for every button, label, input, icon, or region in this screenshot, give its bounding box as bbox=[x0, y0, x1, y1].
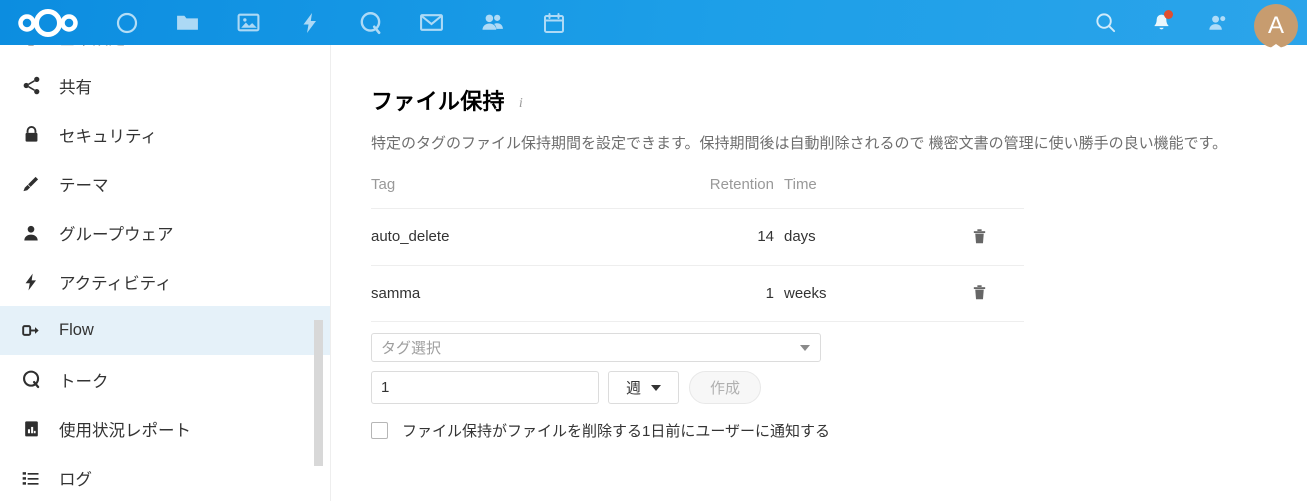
create-rule-form: タグ選択 週 作成 ファイル保持がファイルを削除する1日前にユーザーに通知する bbox=[371, 333, 1307, 441]
column-header-tag: Tag bbox=[371, 176, 584, 209]
app-icon-contacts[interactable] bbox=[462, 0, 523, 45]
sidebar-item-activity[interactable]: アクティビティ bbox=[0, 257, 330, 306]
tag-select[interactable]: タグ選択 bbox=[371, 333, 821, 362]
nextcloud-logo bbox=[18, 8, 78, 37]
app-icon-photos[interactable] bbox=[218, 0, 279, 45]
user-icon bbox=[1208, 15, 1225, 30]
lightning-icon bbox=[13, 267, 49, 297]
sidebar-item-theming[interactable]: テーマ bbox=[0, 159, 330, 208]
notify-checkbox-row[interactable]: ファイル保持がファイルを削除する1日前にユーザーに通知する bbox=[371, 420, 1307, 441]
chevron-down-icon bbox=[800, 344, 810, 351]
cell-tag: samma bbox=[371, 265, 584, 322]
person-icon bbox=[13, 218, 49, 248]
app-icon-talk[interactable] bbox=[340, 0, 401, 45]
cell-retention: 14 bbox=[583, 208, 784, 266]
cell-retention: 1 bbox=[583, 265, 784, 322]
sidebar-item-logging[interactable]: ログ bbox=[0, 453, 330, 501]
retention-unit-value: 週 bbox=[625, 380, 641, 397]
table-row: samma 1 weeks bbox=[371, 265, 1024, 322]
retention-input-row: 週 作成 bbox=[371, 371, 1307, 404]
contacts-menu-button[interactable] bbox=[1189, 0, 1245, 45]
gear-icon bbox=[13, 45, 49, 52]
cell-actions bbox=[934, 208, 1024, 266]
cell-time: weeks bbox=[784, 265, 934, 322]
report-icon bbox=[13, 414, 49, 444]
app-icon-activity[interactable] bbox=[279, 0, 340, 45]
sidebar-item-usage-report[interactable]: 使用状況レポート bbox=[0, 404, 330, 453]
notification-badge bbox=[1164, 10, 1173, 19]
search-button[interactable] bbox=[1077, 0, 1133, 45]
sidebar-item-security[interactable]: セキュリティ bbox=[0, 110, 330, 159]
notifications-button[interactable] bbox=[1133, 0, 1189, 45]
trash-icon bbox=[973, 228, 985, 243]
delete-rule-button[interactable] bbox=[967, 281, 991, 305]
flow-icon bbox=[13, 316, 49, 346]
sidebar-scrollbar[interactable] bbox=[314, 320, 323, 466]
app-icon-mail[interactable] bbox=[401, 0, 462, 45]
app-header: A bbox=[0, 0, 1307, 53]
table-header-row: Tag Retention Time bbox=[371, 176, 1024, 209]
sidebar-item-label: トーク bbox=[59, 372, 109, 391]
nextcloud-logo-link[interactable] bbox=[0, 0, 96, 45]
user-menu-caret bbox=[1263, 44, 1289, 53]
app-menu bbox=[96, 0, 584, 45]
sidebar-item-label: 使用状況レポート bbox=[59, 421, 191, 440]
sidebar-item-label: セキュリティ bbox=[59, 127, 158, 146]
retention-unit-select[interactable]: 週 bbox=[608, 371, 679, 404]
trash-icon bbox=[973, 285, 985, 300]
sidebar-item-label: アクティビティ bbox=[59, 274, 172, 293]
tag-select-placeholder: タグ選択 bbox=[381, 340, 442, 357]
retention-table: Tag Retention Time auto_delete 14 days s… bbox=[371, 176, 1024, 322]
search-icon bbox=[1095, 13, 1115, 33]
sidebar-item-label: Flow bbox=[59, 321, 94, 339]
column-header-retention: Retention bbox=[583, 176, 784, 209]
talk-icon bbox=[13, 365, 49, 395]
settings-nav-list: 基本設定 共有 セキュリティ bbox=[0, 45, 330, 501]
header-right-menu: A bbox=[1077, 0, 1307, 53]
sidebar-item-label: テーマ bbox=[59, 176, 109, 195]
notify-checkbox-label: ファイル保持がファイルを削除する1日前にユーザーに通知する bbox=[402, 423, 831, 440]
share-icon bbox=[13, 71, 49, 101]
info-icon[interactable]: i bbox=[519, 96, 523, 112]
avatar: A bbox=[1254, 3, 1298, 48]
brush-icon bbox=[13, 169, 49, 199]
app-icon-files[interactable] bbox=[157, 0, 218, 45]
cell-actions bbox=[934, 265, 1024, 322]
sidebar-item-label: ログ bbox=[59, 470, 92, 489]
list-icon bbox=[13, 463, 49, 493]
page-title: ファイル保持 bbox=[371, 89, 505, 114]
main-content: ファイル保持 i 特定のタグのファイル保持期間を設定できます。保持期間後は自動削… bbox=[332, 45, 1307, 501]
sidebar-item-label: グループウェア bbox=[59, 225, 174, 244]
page-description: 特定のタグのファイル保持期間を設定できます。保持期間後は自動削除されるので 機密… bbox=[371, 135, 1228, 152]
sidebar-item-groupware[interactable]: グループウェア bbox=[0, 208, 330, 257]
sidebar-item-sharing[interactable]: 共有 bbox=[0, 61, 330, 110]
user-menu-button[interactable]: A bbox=[1245, 0, 1307, 53]
sidebar-item-talk[interactable]: トーク bbox=[0, 355, 330, 404]
table-row: auto_delete 14 days bbox=[371, 208, 1024, 266]
column-header-time: Time bbox=[784, 176, 934, 209]
app-icon-calendar[interactable] bbox=[523, 0, 584, 45]
app-icon-dashboard[interactable] bbox=[96, 0, 157, 45]
sidebar-item-basic-settings[interactable]: 基本設定 bbox=[0, 45, 330, 61]
cell-time: days bbox=[784, 208, 934, 266]
create-button[interactable]: 作成 bbox=[689, 371, 761, 404]
lock-icon bbox=[13, 120, 49, 150]
delete-rule-button[interactable] bbox=[967, 224, 991, 248]
settings-sidebar: 基本設定 共有 セキュリティ bbox=[0, 45, 331, 501]
cell-tag: auto_delete bbox=[371, 208, 584, 266]
retention-count-input[interactable] bbox=[371, 371, 599, 404]
chevron-down-icon bbox=[651, 384, 661, 391]
notify-checkbox[interactable] bbox=[371, 422, 388, 439]
column-header-actions bbox=[934, 176, 1024, 209]
sidebar-item-label: 共有 bbox=[59, 78, 92, 97]
sidebar-item-label: 基本設定 bbox=[59, 45, 125, 49]
sidebar-item-flow[interactable]: Flow bbox=[0, 306, 330, 355]
page-title-row: ファイル保持 i bbox=[371, 84, 1307, 116]
